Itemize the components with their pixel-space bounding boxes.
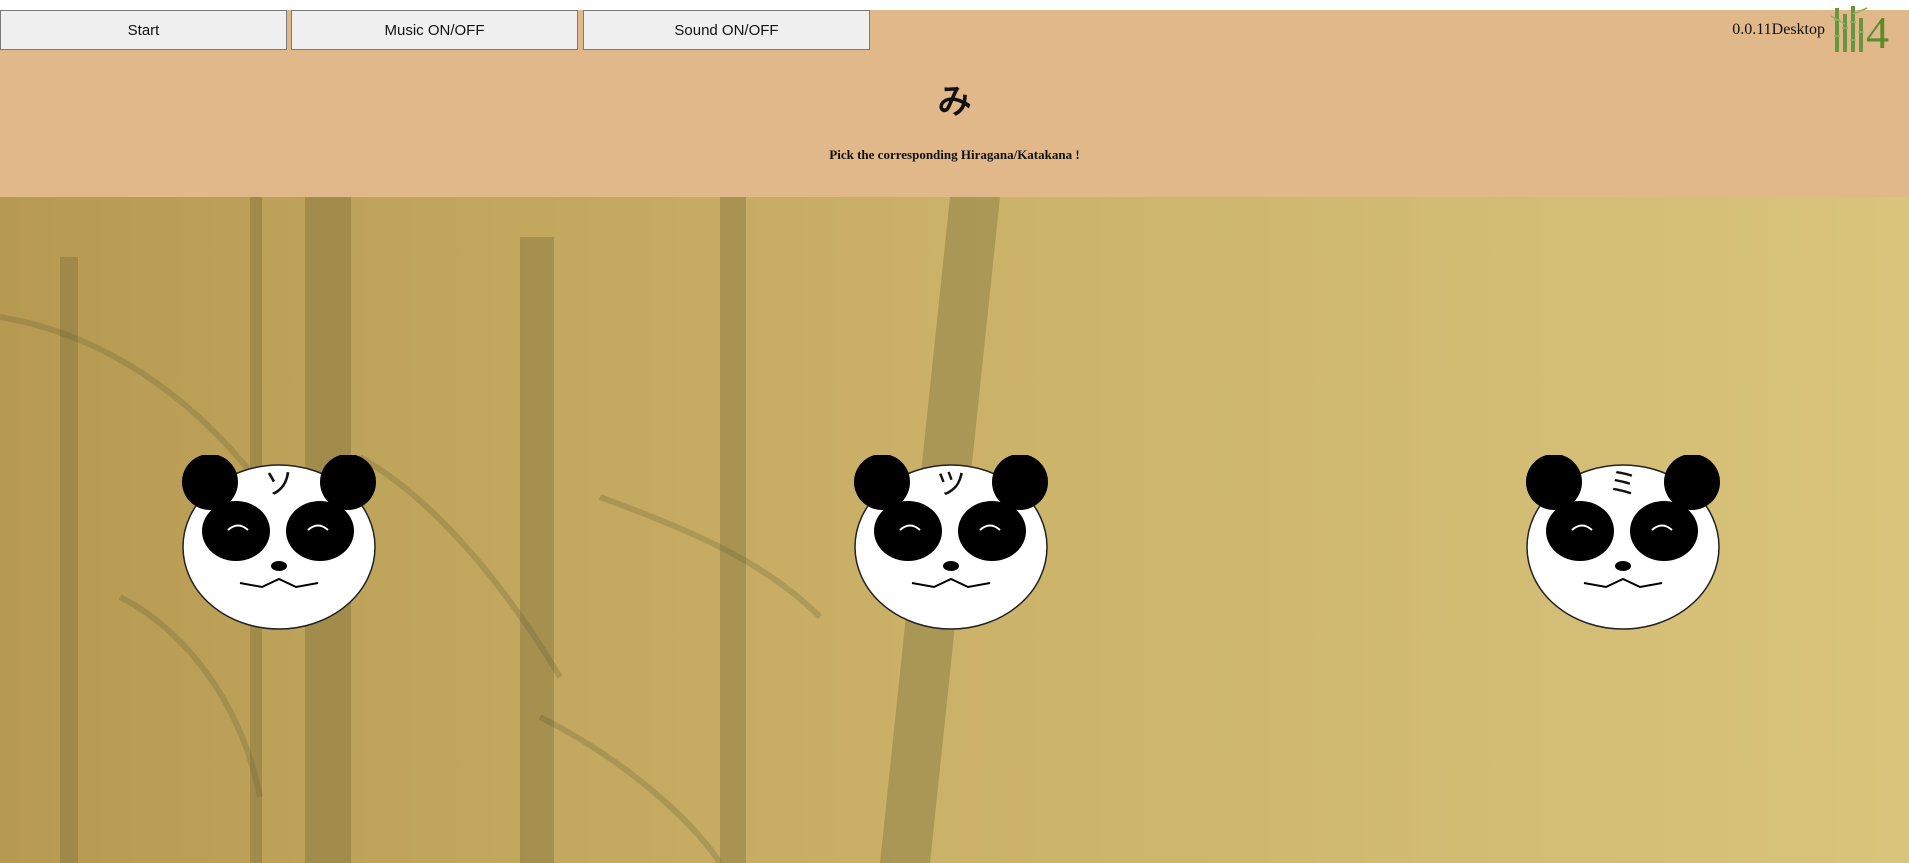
start-button[interactable]: Start (0, 10, 287, 50)
logo-digit: 4 (1866, 7, 1889, 58)
bamboo-icon: 4 (1827, 4, 1901, 58)
panda-choice-3[interactable]: ミ (1524, 455, 1722, 631)
sound-toggle-button[interactable]: Sound ON/OFF (583, 10, 870, 50)
kana-label: ツ (936, 467, 966, 502)
play-field: ソ ツ ミ (0, 197, 1909, 863)
kana-label: ミ (1608, 467, 1638, 502)
instruction-text: Pick the corresponding Hiragana/Katakana… (829, 147, 1080, 162)
version-label: 0.0.11Desktop (1732, 21, 1825, 38)
kana-label: ソ (264, 467, 294, 502)
music-toggle-button[interactable]: Music ON/OFF (291, 10, 578, 50)
panda-choice-1[interactable]: ソ (180, 455, 378, 631)
prompt-character: み (937, 82, 972, 122)
panda-choice-2[interactable]: ツ (852, 455, 1050, 631)
game-window: み Pick the corresponding Hiragana/Kataka… (0, 0, 1909, 863)
